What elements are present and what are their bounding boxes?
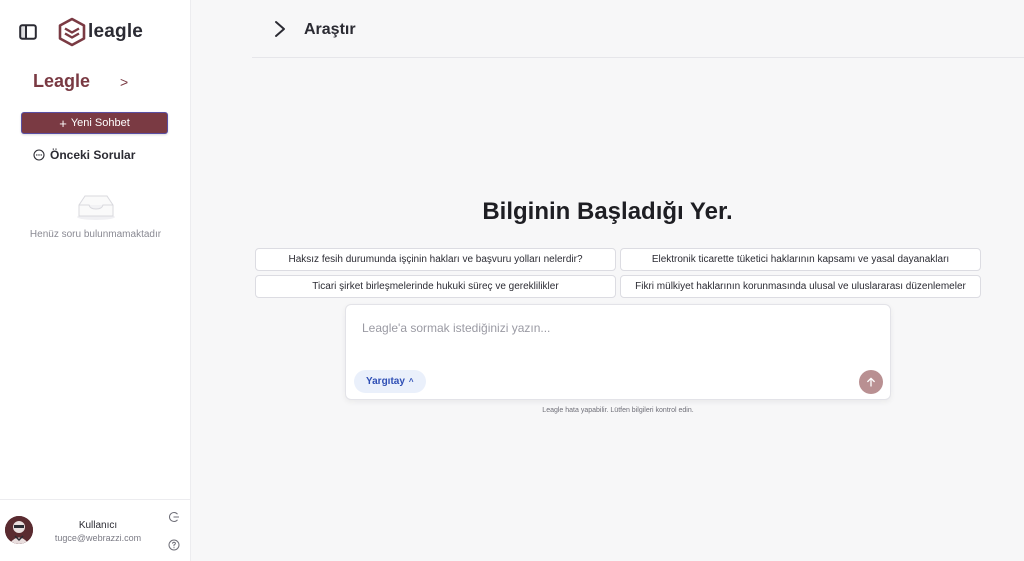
disclaimer-text: Leagle hata yapabilir. Lütfen bilgileri … [542,407,694,414]
new-chat-button[interactable]: + Yeni Sohbet [21,112,168,134]
user-email: tugce@webrazzi.com [54,533,142,543]
page-header: Araştır [252,0,1024,58]
chevron-up-icon: ^ [408,377,414,386]
brand-name: Leagle [33,71,91,91]
plus-icon: + [59,115,67,131]
brand-row: Leagle > [33,71,128,92]
logo-text: leagle [88,21,144,42]
source-label: Yargıtay [366,376,405,387]
avatar[interactable] [5,516,33,544]
suggestion-chip[interactable]: Fikri mülkiyet haklarının korunmasında u… [620,275,981,298]
suggestion-chip[interactable]: Haksız fesih durumunda işçinin hakları v… [255,248,616,271]
logout-icon[interactable] [168,510,180,522]
user-panel: Kullanıcı tugce@webrazzi.com [0,499,191,561]
logo[interactable]: leagle [58,17,143,47]
sidebar: leagle Leagle > + Yeni Sohbet Önceki Sor… [0,0,191,561]
chat-composer: Yargıtay ^ [345,304,891,400]
leagle-logo-icon [58,17,86,47]
send-button[interactable] [859,370,883,394]
panel-toggle-icon[interactable] [18,22,38,42]
arrow-up-icon [867,377,875,387]
source-selector[interactable]: Yargıtay ^ [354,370,426,393]
chat-input[interactable] [362,318,862,338]
chevron-right-icon[interactable]: > [120,74,128,90]
chat-bubble-icon [33,149,45,161]
sidebar-top: leagle [18,16,143,48]
empty-inbox-icon [75,193,117,221]
suggestion-chip[interactable]: Elektronik ticarette tüketici haklarının… [620,248,981,271]
help-icon[interactable] [168,538,180,551]
suggestion-chip[interactable]: Ticari şirket birleşmelerinde hukuki sür… [255,275,616,298]
chevron-right-icon[interactable] [274,20,286,43]
hero-title: Bilginin Başladığı Yer. [482,198,733,225]
previous-questions-label: Önceki Sorular [50,148,136,162]
previous-questions[interactable]: Önceki Sorular [33,148,135,162]
new-chat-label: Yeni Sohbet [70,117,130,129]
empty-state-text: Henüz soru bulunmamaktadır [29,229,162,240]
page-title: Araştır [304,21,356,38]
user-name: Kullanıcı [78,520,118,531]
